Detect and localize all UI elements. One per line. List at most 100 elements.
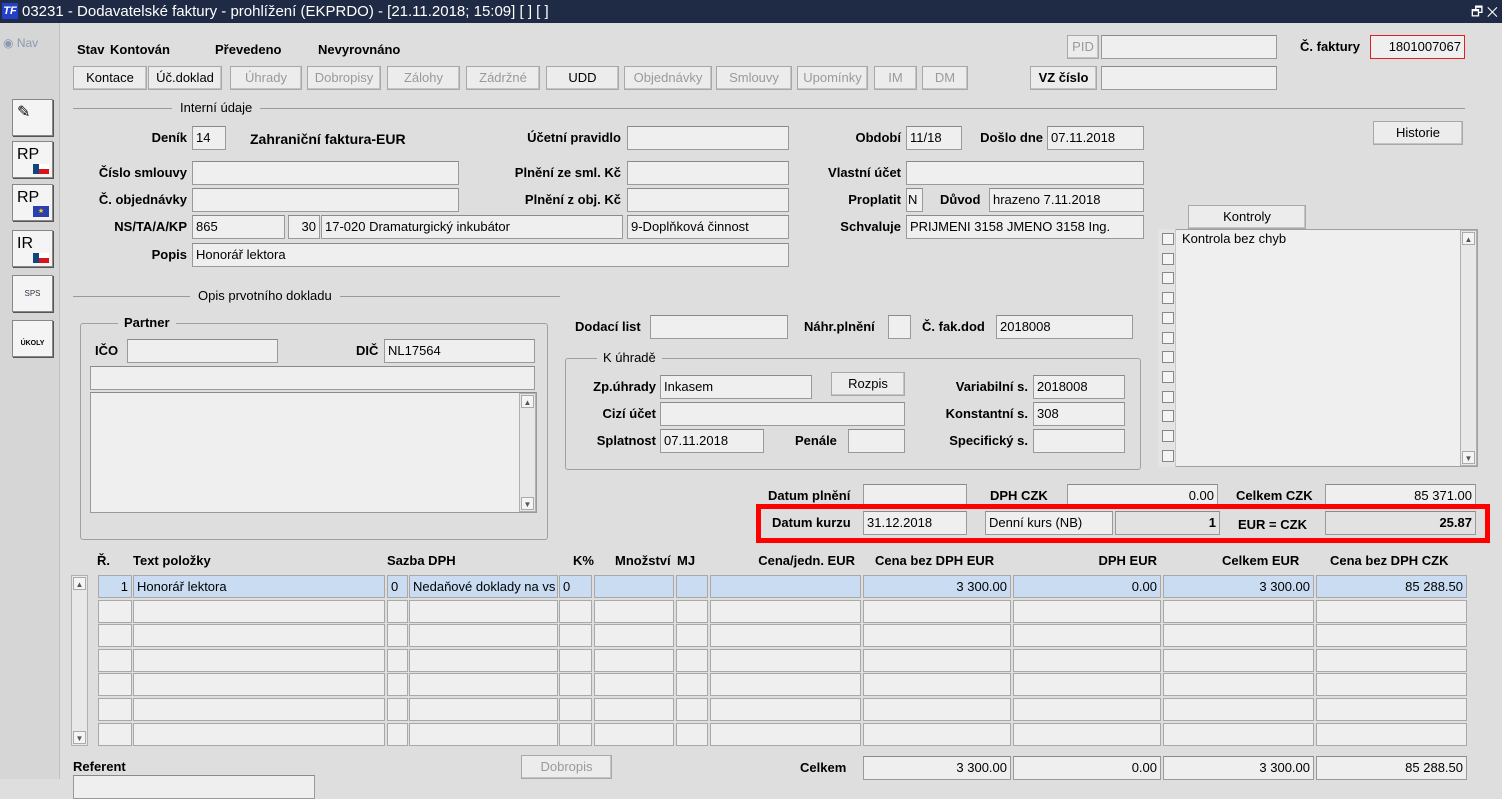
- kontace-button[interactable]: Kontace: [73, 66, 147, 90]
- dic-field[interactable]: NL17564: [384, 339, 535, 363]
- zadrzne-button[interactable]: Zádržné: [466, 66, 540, 90]
- datum-kurzu-field[interactable]: 31.12.2018: [863, 511, 967, 535]
- table-cell[interactable]: [594, 599, 674, 623]
- table-cell[interactable]: 3 300.00: [1163, 575, 1314, 598]
- table-cell[interactable]: [1316, 722, 1467, 746]
- table-cell[interactable]: [98, 673, 132, 697]
- table-cell[interactable]: [559, 673, 592, 697]
- table-cell[interactable]: [1316, 673, 1467, 697]
- table-cell[interactable]: [409, 624, 558, 648]
- ukoly-icon[interactable]: ÚKOLY: [12, 320, 53, 357]
- doslo-field[interactable]: 07.11.2018: [1047, 126, 1144, 150]
- table-cell[interactable]: [676, 599, 708, 623]
- uhrady-button[interactable]: Úhrady: [230, 66, 302, 90]
- table-cell[interactable]: [1013, 722, 1161, 746]
- table-cell[interactable]: 1: [98, 575, 132, 598]
- table-cell[interactable]: [1163, 673, 1314, 697]
- dobropis-button[interactable]: Dobropis: [521, 755, 612, 779]
- table-cell[interactable]: [1163, 599, 1314, 623]
- table-cell[interactable]: [863, 698, 1011, 721]
- table-cell[interactable]: [387, 648, 408, 672]
- smlouva-field[interactable]: [192, 161, 459, 185]
- table-cell[interactable]: [710, 722, 861, 746]
- historie-button[interactable]: Historie: [1373, 121, 1463, 145]
- penale-field[interactable]: [848, 429, 905, 453]
- schvaluje-field[interactable]: PRIJMENI 3158 JMENO 3158 Ing.: [906, 215, 1144, 239]
- dm-button[interactable]: DM: [922, 66, 968, 90]
- table-cell[interactable]: [1316, 624, 1467, 648]
- table-cell[interactable]: [98, 648, 132, 672]
- table-cell[interactable]: [1013, 648, 1161, 672]
- table-cell[interactable]: 0: [559, 575, 592, 598]
- table-cell[interactable]: [676, 624, 708, 648]
- table-cell[interactable]: [1163, 698, 1314, 721]
- kontroly-scrollbar[interactable]: ▲ ▼: [1460, 230, 1477, 466]
- table-cell[interactable]: [1013, 698, 1161, 721]
- table-cell[interactable]: [710, 624, 861, 648]
- kurs-field[interactable]: 25.87: [1325, 511, 1476, 535]
- obdobi-field[interactable]: 11/18: [906, 126, 962, 150]
- table-cell[interactable]: [133, 648, 385, 672]
- proplatit-field[interactable]: N: [906, 188, 923, 212]
- objednavky-button[interactable]: Objednávky: [624, 66, 712, 90]
- smlouvy-button[interactable]: Smlouvy: [716, 66, 792, 90]
- splatnost-field[interactable]: 07.11.2018: [660, 429, 764, 453]
- duvod-field[interactable]: hrazeno 7.11.2018: [989, 188, 1144, 212]
- table-cell[interactable]: [98, 599, 132, 623]
- rp-eu-flag-icon[interactable]: RP ★: [12, 184, 53, 221]
- nahr-plneni-field[interactable]: [888, 315, 911, 339]
- table-cell[interactable]: [710, 698, 861, 721]
- table-cell[interactable]: [594, 722, 674, 746]
- konstantni-field[interactable]: 308: [1033, 402, 1125, 426]
- rozpis-button[interactable]: Rozpis: [831, 372, 905, 396]
- uc-doklad-button[interactable]: Úč.doklad: [148, 66, 222, 90]
- table-cell[interactable]: [1316, 599, 1467, 623]
- table-cell[interactable]: [409, 673, 558, 697]
- address-scrollbar[interactable]: ▲ ▼: [519, 393, 536, 512]
- kp-field[interactable]: 9-Doplňková činnost: [627, 215, 789, 239]
- kontrola-checkbox[interactable]: [1162, 430, 1174, 442]
- kontrola-checkbox[interactable]: [1162, 252, 1174, 265]
- table-cell[interactable]: [559, 698, 592, 721]
- table-cell[interactable]: [387, 624, 408, 648]
- table-cell[interactable]: [133, 599, 385, 623]
- specificky-field[interactable]: [1033, 429, 1125, 453]
- kontrola-checkbox[interactable]: [1162, 390, 1174, 403]
- partner-address-field[interactable]: [90, 392, 537, 513]
- table-cell[interactable]: [1316, 698, 1467, 721]
- pid-field[interactable]: [1101, 35, 1277, 59]
- table-cell[interactable]: [1163, 648, 1314, 672]
- activity-field[interactable]: 17-020 Dramaturgický inkubátor: [321, 215, 623, 239]
- kontrola-checkbox[interactable]: [1162, 410, 1174, 423]
- kontrola-checkbox[interactable]: [1162, 233, 1174, 245]
- table-cell[interactable]: [676, 722, 708, 746]
- ta-field[interactable]: 30: [288, 215, 320, 239]
- table-cell[interactable]: [98, 698, 132, 721]
- table-cell[interactable]: [1013, 624, 1161, 648]
- im-button[interactable]: IM: [874, 66, 917, 90]
- table-cell[interactable]: 85 288.50: [1316, 575, 1467, 598]
- pid-button[interactable]: PID: [1067, 35, 1099, 59]
- table-cell[interactable]: [409, 722, 558, 746]
- table-cell[interactable]: [559, 722, 592, 746]
- plneni-obj-field[interactable]: [627, 188, 789, 212]
- vz-cislo-field[interactable]: [1101, 66, 1277, 90]
- table-cell[interactable]: [863, 648, 1011, 672]
- fak-dod-field[interactable]: 2018008: [996, 315, 1133, 339]
- table-cell[interactable]: [1013, 599, 1161, 623]
- kontroly-button[interactable]: Kontroly: [1188, 205, 1306, 229]
- ir-cz-flag-icon[interactable]: IR: [12, 230, 53, 267]
- variabilni-field[interactable]: 2018008: [1033, 375, 1125, 399]
- table-cell[interactable]: [387, 722, 408, 746]
- dobropisy-button[interactable]: Dobropisy: [307, 66, 381, 90]
- ucetni-pravidlo-field[interactable]: [627, 126, 789, 150]
- table-cell[interactable]: 0.00: [1013, 575, 1161, 598]
- faktura-field[interactable]: 1801007067: [1370, 35, 1465, 59]
- table-cell[interactable]: [710, 575, 861, 598]
- table-cell[interactable]: [387, 698, 408, 721]
- popis-field[interactable]: Honorář lektora: [192, 243, 789, 267]
- kontrola-checkbox[interactable]: [1162, 370, 1174, 383]
- zp-uhrady-field[interactable]: Inkasem: [660, 375, 812, 399]
- kontrola-checkbox[interactable]: [1162, 311, 1174, 324]
- table-cell[interactable]: [863, 722, 1011, 746]
